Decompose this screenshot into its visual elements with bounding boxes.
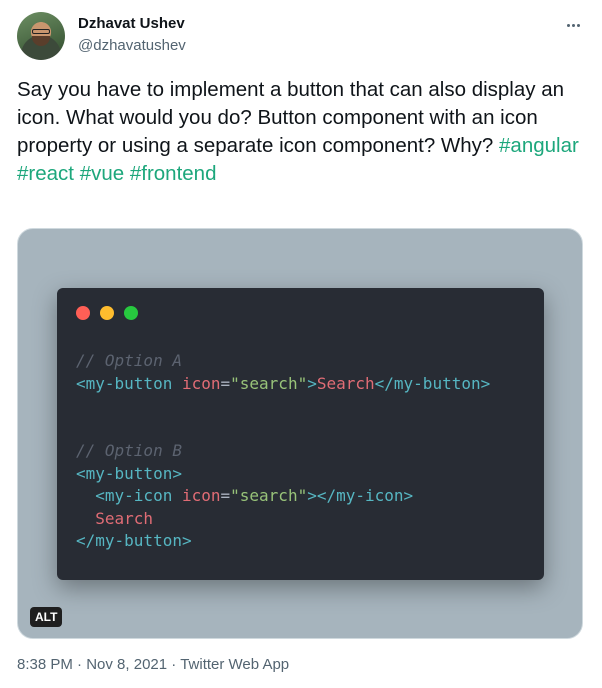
- code-line-a: <my-button icon="search">Search</my-butt…: [76, 373, 491, 393]
- hashtag-react[interactable]: #react: [17, 162, 74, 185]
- alt-badge[interactable]: ALT: [30, 607, 63, 627]
- author-handle[interactable]: @dzhavatushev: [78, 37, 186, 54]
- media-image[interactable]: // Option A <my-button icon="search">Sear…: [17, 228, 583, 639]
- avatar[interactable]: [17, 12, 65, 60]
- window-maximize-dot: [124, 306, 138, 320]
- code-line-b2: <my-icon icon="search"></my-icon>: [95, 486, 414, 505]
- meta-separator: ·: [171, 656, 177, 673]
- hashtag-frontend[interactable]: #frontend: [130, 162, 217, 185]
- author-name[interactable]: Dzhavat Ushev: [78, 15, 185, 32]
- code-line-b3: Search: [95, 508, 154, 528]
- window-minimize-dot: [100, 306, 114, 320]
- code-snippet: // Option A <my-button icon="search">Sear…: [76, 350, 490, 553]
- hashtag-angular[interactable]: #angular: [499, 134, 579, 157]
- window-close-dot: [76, 306, 90, 320]
- tweet-body: Say you have to implement a button that …: [17, 78, 565, 157]
- tweet-source[interactable]: Twitter Web App: [180, 656, 289, 673]
- avatar-beard: [32, 36, 50, 46]
- tweet-meta: 8:38 PM · Nov 8, 2021 · Twitter Web App: [17, 656, 289, 673]
- tweet-text: Say you have to implement a button that …: [17, 76, 585, 188]
- code-line-b1: <my-button>: [76, 463, 182, 483]
- more-horizontal-icon[interactable]: [562, 14, 584, 36]
- tweet-date[interactable]: Nov 8, 2021: [86, 656, 167, 673]
- code-comment-a: // Option A: [76, 351, 182, 370]
- code-comment-b: // Option B: [76, 441, 182, 460]
- tweet-time[interactable]: 8:38 PM: [17, 656, 73, 673]
- code-line-b4: </my-button>: [76, 531, 192, 550]
- code-window: // Option A <my-button icon="search">Sear…: [57, 288, 544, 580]
- meta-separator: ·: [77, 656, 83, 673]
- hashtag-vue[interactable]: #vue: [80, 162, 124, 185]
- avatar-glasses: [32, 29, 50, 34]
